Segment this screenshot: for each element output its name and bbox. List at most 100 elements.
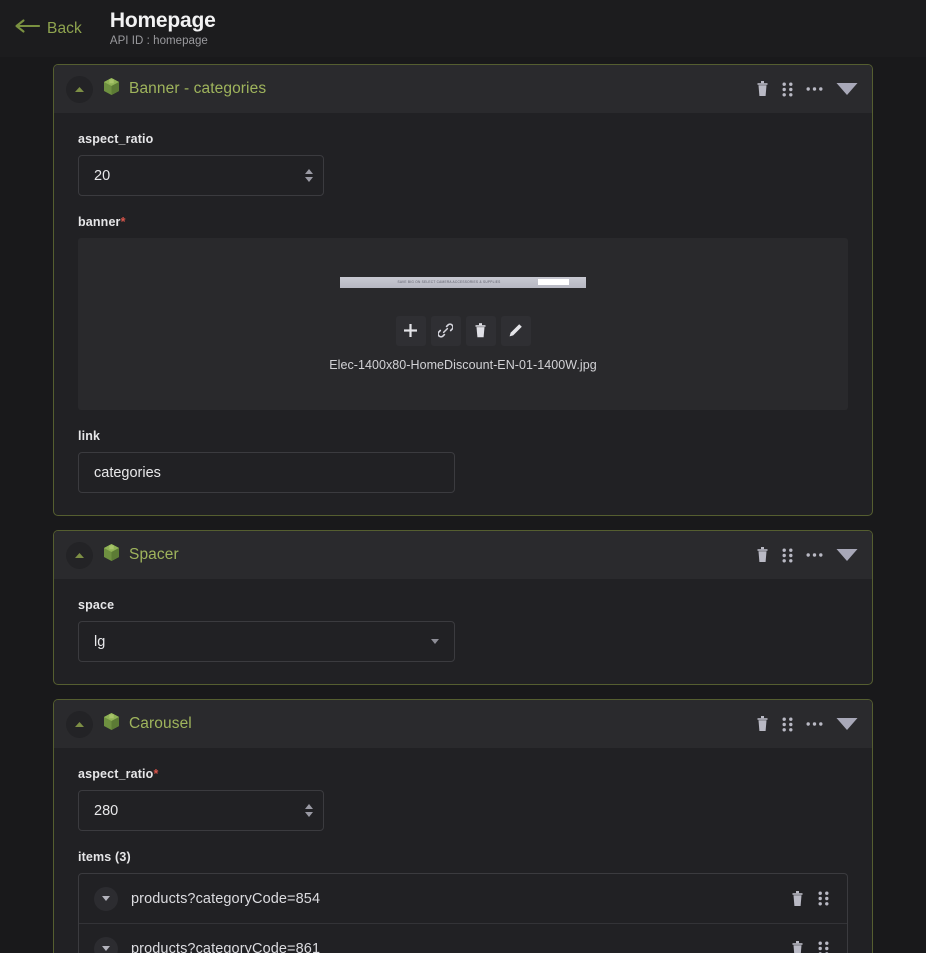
top-bar: Back Homepage API ID : homepage (0, 0, 926, 57)
link-input[interactable]: categories (78, 452, 455, 493)
banner-thumbnail: SAVE BIG ON SELECT CAMERA ACCESSORIES & … (340, 276, 586, 288)
number-stepper[interactable] (305, 169, 313, 182)
arrow-left-icon (14, 17, 41, 40)
collapse-toggle-button[interactable] (66, 710, 93, 738)
triangle-down-icon[interactable] (836, 717, 858, 731)
item-expand-button[interactable] (94, 936, 118, 953)
pencil-icon[interactable] (500, 315, 531, 346)
caret-down-icon (102, 946, 110, 951)
field-label: link (78, 429, 101, 443)
card-title: Carousel (129, 715, 192, 732)
input-value: 280 (94, 802, 119, 819)
select-value: lg (94, 633, 106, 650)
image-action-bar (395, 315, 531, 346)
trash-icon[interactable] (791, 890, 804, 907)
field-space: space lg (78, 598, 848, 662)
list-item[interactable]: products?categoryCode=854 (79, 874, 847, 924)
aspect-ratio-input[interactable]: 20 (78, 155, 324, 196)
aspect-ratio-input[interactable]: 280 (78, 790, 324, 831)
required-asterisk: * (153, 767, 159, 781)
triangle-up-icon (74, 715, 85, 733)
banner-image-preview[interactable]: SAVE BIG ON SELECT CAMERA ACCESSORIES & … (78, 238, 848, 410)
banner-thumbnail-button (538, 279, 569, 285)
ellipsis-icon[interactable] (806, 721, 823, 727)
page-header: Homepage API ID : homepage (109, 8, 216, 48)
field-label: aspect_ratio (78, 132, 154, 146)
drag-grip-icon[interactable] (782, 548, 793, 563)
collapse-toggle-button[interactable] (66, 541, 93, 569)
api-id-label: API ID : homepage (109, 35, 208, 48)
trash-icon[interactable] (791, 940, 804, 953)
card-body: aspect_ratio* 280 items (3) products?cat… (54, 748, 872, 953)
stepper-up-icon[interactable] (305, 804, 313, 809)
item-expand-button[interactable] (94, 886, 118, 911)
number-stepper[interactable] (305, 804, 313, 817)
list-item[interactable]: products?categoryCode=861 (79, 924, 847, 953)
field-items: items (3) products?categoryCode=854 prod… (78, 850, 848, 953)
back-button[interactable]: Back (14, 17, 88, 40)
required-asterisk: * (120, 215, 126, 229)
component-card-carousel: Carousel aspect_ratio* 280 items (3) pro… (53, 699, 873, 953)
field-label-text: aspect_ratio (78, 767, 154, 781)
caret-down-icon (102, 896, 110, 901)
trash-icon[interactable] (756, 81, 769, 97)
card-header-actions (756, 81, 858, 97)
triangle-down-icon[interactable] (836, 82, 858, 96)
field-banner: banner* SAVE BIG ON SELECT CAMERA ACCESS… (78, 215, 848, 410)
drag-grip-icon[interactable] (818, 891, 829, 906)
stepper-up-icon[interactable] (305, 169, 313, 174)
cube-icon (103, 712, 120, 736)
chevron-down-icon[interactable] (431, 639, 439, 644)
drag-grip-icon[interactable] (782, 82, 793, 97)
field-link: link categories (78, 429, 848, 493)
card-body: space lg (54, 579, 872, 684)
trash-icon[interactable] (465, 315, 496, 346)
stepper-down-icon[interactable] (305, 812, 313, 817)
collapse-toggle-button[interactable] (66, 75, 93, 103)
items-list: products?categoryCode=854 products?categ… (78, 873, 848, 953)
card-title: Banner - categories (129, 80, 267, 97)
field-label: aspect_ratio* (78, 767, 848, 781)
input-value: 20 (94, 167, 111, 184)
field-aspect-ratio: aspect_ratio 20 (78, 132, 848, 196)
stepper-down-icon[interactable] (305, 177, 313, 182)
component-card-spacer: Spacer space lg (53, 530, 873, 685)
card-header[interactable]: Banner - categories (54, 65, 872, 113)
list-item-label: products?categoryCode=854 (131, 890, 321, 907)
banner-thumbnail-text: SAVE BIG ON SELECT CAMERA ACCESSORIES & … (397, 280, 501, 284)
card-header-actions (756, 716, 858, 732)
field-aspect-ratio: aspect_ratio* 280 (78, 767, 848, 831)
field-label: banner* (78, 215, 848, 229)
card-header[interactable]: Spacer (54, 531, 872, 579)
field-label: space (78, 598, 115, 612)
back-label: Back (47, 19, 82, 37)
component-canvas: Banner - categories aspect_ratio 20 bann… (0, 57, 926, 953)
card-body: aspect_ratio 20 banner* SAVE BIG ON SELE… (54, 113, 872, 515)
page-title: Homepage (109, 8, 216, 32)
field-label-text: banner (78, 215, 121, 229)
ellipsis-icon[interactable] (806, 86, 823, 92)
item-actions (791, 890, 829, 907)
list-item-label: products?categoryCode=861 (131, 940, 321, 953)
items-count-label: items (3) (78, 850, 131, 864)
input-value: categories (94, 464, 161, 481)
trash-icon[interactable] (756, 547, 769, 563)
image-filename: Elec-1400x80-HomeDiscount-EN-01-1400W.jp… (329, 357, 597, 372)
card-header-actions (756, 547, 858, 563)
link-icon[interactable] (430, 315, 461, 346)
component-card-banner: Banner - categories aspect_ratio 20 bann… (53, 64, 873, 516)
cube-icon (103, 543, 120, 567)
triangle-up-icon (74, 546, 85, 564)
item-actions (791, 940, 829, 953)
card-header[interactable]: Carousel (54, 700, 872, 748)
ellipsis-icon[interactable] (806, 552, 823, 558)
trash-icon[interactable] (756, 716, 769, 732)
drag-grip-icon[interactable] (818, 941, 829, 953)
triangle-down-icon[interactable] (836, 548, 858, 562)
drag-grip-icon[interactable] (782, 717, 793, 732)
triangle-up-icon (74, 80, 85, 98)
card-title: Spacer (129, 546, 179, 563)
cube-icon (103, 77, 120, 101)
space-select[interactable]: lg (78, 621, 455, 662)
plus-icon[interactable] (395, 315, 426, 346)
